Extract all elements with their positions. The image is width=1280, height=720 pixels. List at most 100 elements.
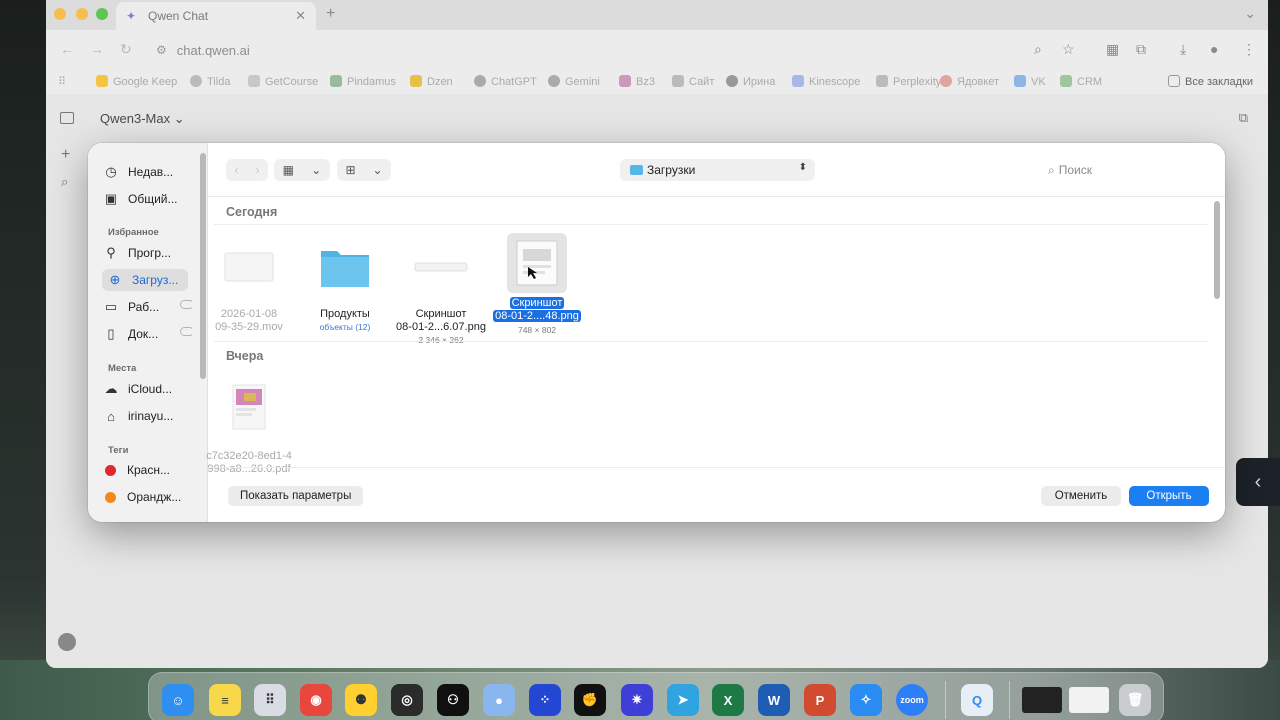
bookmark-item[interactable]: GetCourse — [248, 75, 318, 88]
sidebar-item-downloads[interactable]: ⊕ Загруз... — [102, 269, 188, 291]
bookmark-item[interactable]: Bz3 — [619, 75, 655, 88]
dock-app-gear-app-icon[interactable]: ✷ — [621, 684, 653, 716]
close-tab-icon[interactable]: ✕ — [295, 8, 306, 24]
icloud-status-icon — [180, 327, 192, 336]
dock-separator — [1009, 681, 1010, 719]
sidebar-item-shared[interactable]: ▣ Общий... — [102, 188, 192, 210]
sidebar-item-documents[interactable]: ▯ Док... — [102, 323, 192, 345]
dock-app-finder-icon[interactable]: ☺ — [162, 684, 194, 716]
bookmark-item[interactable]: Tilda — [190, 75, 230, 88]
bookmark-item[interactable]: Dzen — [410, 75, 453, 88]
dock-app-window-thumb-2-icon[interactable] — [1069, 687, 1109, 713]
section-yesterday-title: Вчера — [226, 349, 264, 363]
reload-icon[interactable]: ↻ — [120, 41, 132, 58]
dock-app-app-blue-icon[interactable]: ● — [483, 684, 515, 716]
user-avatar[interactable] — [58, 633, 76, 651]
dock-app-word-icon[interactable]: W — [758, 684, 790, 716]
collapse-panel-button[interactable]: ‹ — [1236, 458, 1280, 506]
url-input[interactable]: ⚙ chat.qwen.ai — [146, 36, 1086, 64]
files-scrollbar[interactable] — [1214, 201, 1220, 299]
profile-avatar-icon[interactable]: ● — [1210, 41, 1218, 57]
folder-icon — [321, 251, 369, 287]
orange-tag-dot — [105, 491, 116, 503]
window-zoom-button[interactable] — [96, 8, 108, 20]
extension-icon[interactable]: ▦ — [1106, 41, 1119, 58]
model-selector[interactable]: Qwen3-Max ⌄ — [100, 111, 185, 127]
puzzle-icon[interactable]: ⧉ — [1136, 41, 1146, 58]
new-chat-icon[interactable]: + — [61, 146, 70, 164]
dock-app-window-thumb-1-icon[interactable] — [1022, 687, 1062, 713]
dock-app-miro-icon[interactable]: ⚉ — [345, 684, 377, 716]
zoom-magnifier-icon[interactable]: ⌕ — [1034, 41, 1042, 58]
site-settings-icon[interactable]: ⚙ — [156, 43, 167, 57]
forward-chevron-icon[interactable]: › — [256, 163, 260, 177]
file-item-folder[interactable]: Продукты объекты (12) — [297, 237, 393, 332]
back-arrow-icon[interactable]: ← — [60, 41, 74, 57]
bookmark-item[interactable]: Kinescope — [792, 75, 860, 88]
bookmark-item[interactable]: Сайт — [672, 75, 714, 88]
dock-app-safari-icon[interactable]: ✧ — [850, 684, 882, 716]
dock-app-zoom-icon[interactable]: zoom — [896, 684, 928, 716]
bookmark-item[interactable]: Pindamus — [330, 75, 396, 88]
show-options-button[interactable]: Показать параметры — [228, 486, 364, 506]
sidebar-tag-orange[interactable]: Орандж... — [102, 486, 192, 508]
dock-app-trash-icon[interactable]: 🗑 — [1119, 684, 1151, 716]
search-icon: ⌕ — [1048, 162, 1055, 177]
dock-app-excel-icon[interactable]: X — [712, 684, 744, 716]
bookmark-item[interactable]: Ирина — [726, 75, 775, 88]
bookmark-item[interactable]: Perplexity — [876, 75, 941, 88]
bookmark-item[interactable]: Google Keep — [96, 75, 177, 88]
view-mode-dropdown[interactable]: ▦ ⌄ — [274, 159, 330, 181]
window-close-button[interactable] — [54, 8, 66, 20]
search-icon[interactable]: ⌕ — [61, 174, 68, 190]
folder-icon — [630, 165, 643, 175]
file-item-pdf[interactable]: c7c32e20-8ed1-4 998-a8...26.0.pdf — [201, 379, 297, 476]
window-minimize-button[interactable] — [76, 8, 88, 20]
bookmark-item[interactable]: Gemini — [548, 75, 600, 88]
dock-app-notes-icon[interactable]: ≡ — [209, 684, 241, 716]
sidebar-item-recents[interactable]: ◷ Недав... — [102, 161, 192, 183]
dock-app-app-green-icon[interactable]: ⚇ — [437, 684, 469, 716]
sidebar-item-icloud[interactable]: ☁ iCloud... — [102, 378, 192, 400]
download-icon[interactable]: ⤓ — [1180, 41, 1186, 58]
bookmark-item[interactable]: CRM — [1060, 75, 1102, 88]
cancel-button[interactable]: Отменить — [1041, 486, 1121, 506]
dock-app-github-icon[interactable]: ✊ — [574, 684, 606, 716]
bookmark-item[interactable]: ChatGPT — [474, 75, 537, 88]
dock-app-qq-app-icon[interactable]: Q — [961, 684, 993, 716]
file-item-video[interactable]: 2026-01-08 09-35-29.mov — [201, 237, 297, 334]
bookmark-item[interactable]: Ядовкет — [940, 75, 999, 88]
navigation-group: ‹ › — [226, 159, 268, 181]
dock: ☺ ≡ ⠿ ◉ ⚉ ◎ ⚇ ● ⁘ ✊ ✷ ➤ X W P ✧ zoom Q 🗑 — [148, 672, 1164, 720]
group-by-dropdown[interactable]: ⊞ ⌄ — [337, 159, 391, 181]
file-item-screenshot-selected[interactable]: Скриншот 08-01-2....48.png 748 × 802 — [489, 233, 585, 335]
sidebar-toggle-icon[interactable] — [60, 112, 74, 124]
sidebar-item-home[interactable]: ⌂ irinayu... — [102, 405, 192, 427]
location-popup[interactable]: Загрузки ⬍ — [620, 159, 815, 181]
dock-app-obs-icon[interactable]: ◎ — [391, 684, 423, 716]
dock-app-powerpoint-icon[interactable]: P — [804, 684, 836, 716]
back-chevron-icon[interactable]: ‹ — [235, 163, 239, 177]
sidebar-item-applications[interactable]: ⚲ Прогр... — [102, 242, 192, 264]
sidebar-tag-red[interactable]: Красн... — [102, 459, 192, 481]
open-button[interactable]: Открыть — [1129, 486, 1209, 506]
bookmark-star-icon[interactable]: ☆ — [1062, 41, 1075, 58]
tags-heading: Теги — [108, 445, 129, 456]
file-item-screenshot-wide[interactable]: Скриншот 08-01-2...6.07.png 2 346 × 262 — [393, 237, 489, 345]
share-icon[interactable]: ⧉ — [1239, 110, 1248, 126]
new-tab-button[interactable]: + — [326, 5, 335, 23]
chevron-down-icon: ⌄ — [372, 163, 383, 177]
forward-arrow-icon[interactable]: → — [90, 41, 104, 57]
dock-app-chrome-icon[interactable]: ◉ — [300, 684, 332, 716]
dock-app-launchpad-icon[interactable]: ⠿ — [254, 684, 286, 716]
sidebar-item-desktop[interactable]: ▭ Раб... — [102, 296, 192, 318]
bookmark-item[interactable]: VK — [1014, 75, 1046, 88]
all-bookmarks-link[interactable]: Все закладки — [1168, 75, 1253, 88]
menu-dots-icon[interactable]: ⋮ — [1242, 41, 1256, 58]
browser-tab[interactable]: ✦ Qwen Chat ✕ — [116, 2, 316, 30]
apps-grid-icon[interactable]: ⠿ — [58, 75, 66, 88]
dock-app-app-dots-icon[interactable]: ⁘ — [529, 684, 561, 716]
search-field[interactable]: ⌕ Поиск — [1048, 159, 1218, 181]
tab-search-chevron-icon[interactable]: ⌄ — [1244, 5, 1256, 22]
dock-app-telegram-icon[interactable]: ➤ — [667, 684, 699, 716]
